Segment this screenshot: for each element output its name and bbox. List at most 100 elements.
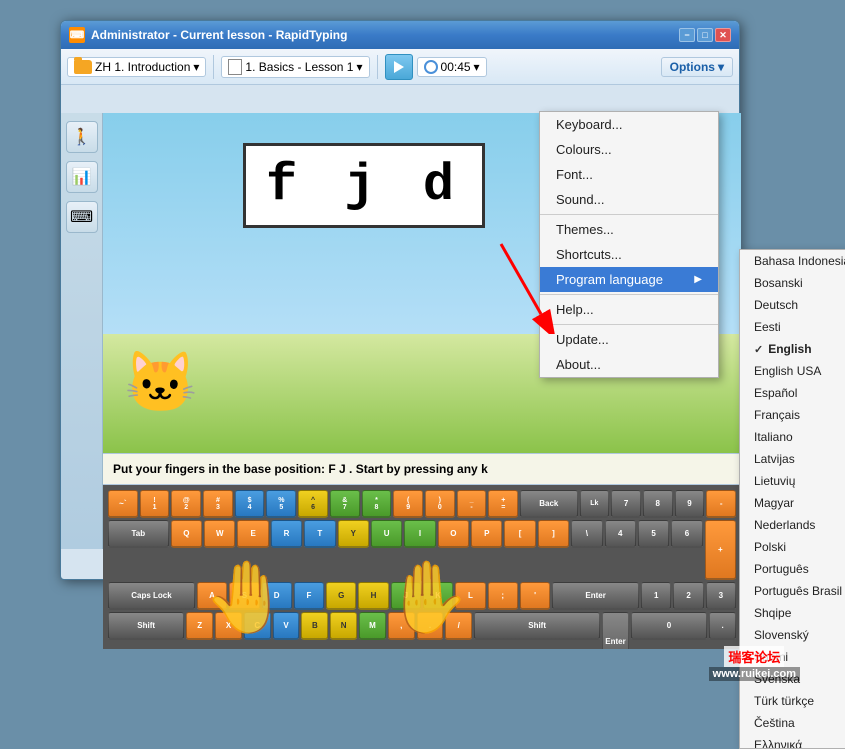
key-minus[interactable]: _- — [457, 490, 487, 518]
close-button[interactable]: ✕ — [715, 28, 731, 42]
key-num9[interactable]: 9 — [675, 490, 705, 518]
lang-portugues[interactable]: Português — [740, 558, 845, 580]
key-f[interactable]: F — [294, 582, 324, 610]
lang-cestina[interactable]: Čeština — [740, 712, 845, 734]
key-num5[interactable]: 5 — [638, 520, 669, 548]
menu-about[interactable]: About... — [540, 352, 718, 377]
key-bracket-open[interactable]: [ — [504, 520, 535, 548]
sidebar-keyboard-icon[interactable]: ⌨ — [66, 201, 98, 233]
course-selector[interactable]: ZH 1. Introduction ▾ — [67, 57, 206, 77]
sidebar-stats-icon[interactable]: 📊 — [66, 161, 98, 193]
lang-magyar[interactable]: Magyar — [740, 492, 845, 514]
key-o[interactable]: O — [438, 520, 469, 548]
lang-deutsch[interactable]: Deutsch — [740, 294, 845, 316]
key-enter[interactable]: Enter — [552, 582, 639, 610]
key-num-enter[interactable]: Enter — [602, 612, 629, 649]
key-r[interactable]: R — [271, 520, 302, 548]
key-num8[interactable]: 8 — [643, 490, 673, 518]
menu-font[interactable]: Font... — [540, 162, 718, 187]
menu-update[interactable]: Update... — [540, 327, 718, 352]
key-num-del[interactable]: . — [709, 612, 736, 640]
menu-themes[interactable]: Themes... — [540, 217, 718, 242]
menu-program-language[interactable]: Program language ▶ — [540, 267, 718, 292]
key-6[interactable]: ^6 — [298, 490, 328, 518]
minimize-button[interactable]: − — [679, 28, 695, 42]
key-numplus[interactable]: + — [705, 520, 736, 580]
key-2[interactable]: @2 — [171, 490, 201, 518]
lang-portugues-brasil[interactable]: Português Brasil — [740, 580, 845, 602]
lang-nederlands[interactable]: Nederlands — [740, 514, 845, 536]
lang-italiano[interactable]: Italiano — [740, 426, 845, 448]
key-backspace[interactable]: Back — [520, 490, 577, 518]
menu-shortcuts[interactable]: Shortcuts... — [540, 242, 718, 267]
timer-dropdown-icon: ▾ — [474, 60, 480, 74]
lang-latvijas[interactable]: Latvijas — [740, 448, 845, 470]
key-numlock[interactable]: Lk — [580, 490, 610, 518]
lang-greek[interactable]: Ελληνικά — [740, 734, 845, 749]
key-num7[interactable]: 7 — [611, 490, 641, 518]
key-i[interactable]: I — [404, 520, 435, 548]
key-backslash[interactable]: \ — [571, 520, 602, 548]
lang-slovensky[interactable]: Slovenský — [740, 624, 845, 646]
maximize-button[interactable]: □ — [697, 28, 713, 42]
key-g[interactable]: G — [326, 582, 356, 610]
lang-shqipe[interactable]: Shqipe — [740, 602, 845, 624]
key-equals[interactable]: += — [488, 490, 518, 518]
key-w[interactable]: W — [204, 520, 235, 548]
key-p[interactable]: P — [471, 520, 502, 548]
key-0[interactable]: )0 — [425, 490, 455, 518]
course-label: ZH 1. Introduction — [95, 60, 190, 74]
key-num3[interactable]: 3 — [706, 582, 736, 610]
lesson-selector[interactable]: 1. Basics - Lesson 1 ▾ — [221, 56, 369, 78]
key-num4[interactable]: 4 — [605, 520, 636, 548]
menu-colours[interactable]: Colours... — [540, 137, 718, 162]
key-semicolon[interactable]: ; — [488, 582, 518, 610]
lang-bahasa[interactable]: Bahasa Indonesia — [740, 250, 845, 272]
key-b[interactable]: B — [301, 612, 328, 640]
lang-espanol[interactable]: Español — [740, 382, 845, 404]
key-y[interactable]: Y — [338, 520, 369, 548]
key-num0[interactable]: 0 — [631, 612, 707, 640]
lang-english-usa[interactable]: English USA — [740, 360, 845, 382]
key-num1[interactable]: 1 — [641, 582, 671, 610]
play-button[interactable] — [385, 54, 413, 80]
menu-keyboard[interactable]: Keyboard... — [540, 112, 718, 137]
keyboard-row-numbers: ~` !1 @2 #3 $4 %5 ^6 &7 *8 (9 )0 _- += B… — [108, 490, 736, 518]
key-u[interactable]: U — [371, 520, 402, 548]
sidebar-user-icon[interactable]: 🚶 — [66, 121, 98, 153]
toolbar: ZH 1. Introduction ▾ 1. Basics - Lesson … — [61, 49, 739, 85]
lang-bosanski[interactable]: Bosanski — [740, 272, 845, 294]
lang-lietuviu[interactable]: Lietuvių — [740, 470, 845, 492]
key-bracket-close[interactable]: ] — [538, 520, 569, 548]
key-tilde[interactable]: ~` — [108, 490, 138, 518]
options-button[interactable]: Options ▾ — [661, 57, 733, 77]
key-5[interactable]: %5 — [266, 490, 296, 518]
lang-english[interactable]: ✓ English — [740, 338, 845, 360]
key-quote[interactable]: ' — [520, 582, 550, 610]
lang-turk[interactable]: Türk türkçe — [740, 690, 845, 712]
lang-eesti[interactable]: Eesti — [740, 316, 845, 338]
key-n[interactable]: N — [330, 612, 357, 640]
key-capslock[interactable]: Caps Lock — [108, 582, 195, 610]
lang-francais[interactable]: Français — [740, 404, 845, 426]
keyboard-area: ~` !1 @2 #3 $4 %5 ^6 &7 *8 (9 )0 _- += B… — [103, 485, 741, 649]
key-q[interactable]: Q — [171, 520, 202, 548]
key-numminus[interactable]: - — [706, 490, 736, 518]
key-7[interactable]: &7 — [330, 490, 360, 518]
key-tab[interactable]: Tab — [108, 520, 169, 548]
lang-polski[interactable]: Polski — [740, 536, 845, 558]
key-t[interactable]: T — [304, 520, 335, 548]
key-3[interactable]: #3 — [203, 490, 233, 518]
menu-help[interactable]: Help... — [540, 297, 718, 322]
key-4[interactable]: $4 — [235, 490, 265, 518]
key-9[interactable]: (9 — [393, 490, 423, 518]
menu-sound[interactable]: Sound... — [540, 187, 718, 212]
key-num2[interactable]: 2 — [673, 582, 703, 610]
key-shift-left[interactable]: Shift — [108, 612, 184, 640]
key-8[interactable]: *8 — [362, 490, 392, 518]
key-m[interactable]: M — [359, 612, 386, 640]
key-1[interactable]: !1 — [140, 490, 170, 518]
key-shift-right[interactable]: Shift — [474, 612, 600, 640]
key-e[interactable]: E — [237, 520, 268, 548]
key-num6[interactable]: 6 — [671, 520, 702, 548]
